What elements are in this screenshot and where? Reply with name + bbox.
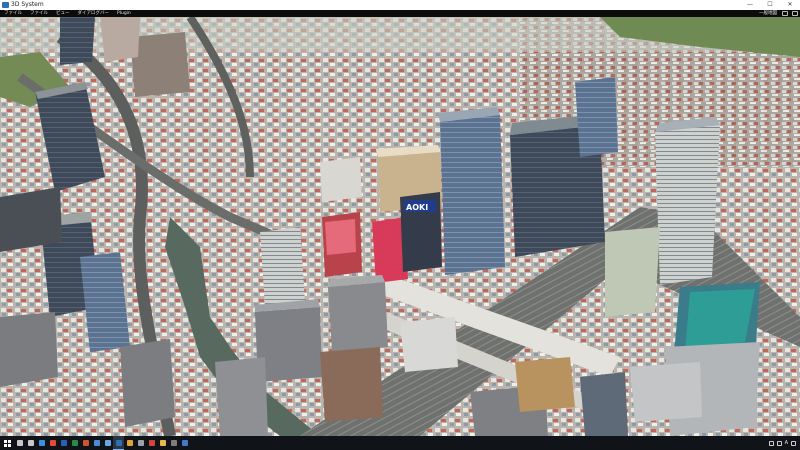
app-icon xyxy=(2,2,9,8)
system-tray: A xyxy=(768,436,800,450)
edge-icon xyxy=(38,440,45,446)
taskbar-app-edge-icon[interactable] xyxy=(36,436,47,450)
taskbar-app-paint-icon[interactable] xyxy=(124,436,135,450)
title-bar: 3D System — ☐ ✕ xyxy=(0,0,800,10)
taskbar-app-powerpoint-icon[interactable] xyxy=(80,436,91,450)
excel-icon xyxy=(71,440,78,446)
minimize-button[interactable]: — xyxy=(740,0,760,10)
menu-bar: ファイル ファイル ビュー ダイアログバー Plugin 一般地図 xyxy=(0,10,800,17)
maximize-button[interactable]: ☐ xyxy=(760,0,780,10)
taskbar-app-settings-icon[interactable] xyxy=(135,436,146,450)
taskbar-app-chrome-icon[interactable] xyxy=(146,436,157,450)
settings-icon xyxy=(137,440,144,446)
paint-icon xyxy=(126,440,133,446)
menu-item-file-2[interactable]: ファイル xyxy=(26,10,52,17)
3d-system-icon xyxy=(115,439,122,446)
calc-icon xyxy=(104,440,111,446)
menu-item-file[interactable]: ファイル xyxy=(0,10,26,17)
taskbar-app-terminal-icon[interactable] xyxy=(168,436,179,450)
store-icon xyxy=(181,440,188,446)
taskbar-app-calc-icon[interactable] xyxy=(102,436,113,450)
menu-right-group: 一般地図 xyxy=(756,10,800,17)
taskbar-app-folder-icon[interactable] xyxy=(157,436,168,450)
start-button[interactable] xyxy=(0,436,14,450)
taskbar: A xyxy=(0,436,800,450)
camera-icon[interactable] xyxy=(792,11,798,16)
taskbar-app-search-icon[interactable] xyxy=(14,436,25,450)
taskbar-app-task-view-icon[interactable] xyxy=(25,436,36,450)
mail-icon xyxy=(93,440,100,446)
ime-indicator[interactable]: A xyxy=(785,436,788,450)
menu-item-dialog-bar[interactable]: ダイアログバー xyxy=(74,10,114,17)
billboard-aoki: AOKI xyxy=(406,203,428,212)
terminal-icon xyxy=(170,440,177,446)
taskbar-apps xyxy=(14,436,190,450)
menu-item-plugin[interactable]: Plugin xyxy=(113,10,135,17)
powerpoint-icon xyxy=(82,440,89,446)
layer-icon[interactable] xyxy=(782,11,788,16)
taskbar-app-word-icon[interactable] xyxy=(58,436,69,450)
folder-icon xyxy=(159,440,166,446)
taskbar-app-mail-icon[interactable] xyxy=(91,436,102,450)
close-button[interactable]: ✕ xyxy=(780,0,800,10)
windows-logo-icon xyxy=(3,439,11,447)
notification-icon[interactable] xyxy=(791,440,796,446)
media-icon xyxy=(49,440,56,446)
word-icon xyxy=(60,440,67,446)
taskbar-app-store-icon[interactable] xyxy=(179,436,190,450)
3d-city-viewport[interactable]: AOKI xyxy=(0,17,800,436)
taskbar-app-excel-icon[interactable] xyxy=(69,436,80,450)
window-controls: — ☐ ✕ xyxy=(740,0,800,10)
network-icon[interactable] xyxy=(768,440,774,446)
taskbar-app-media-icon[interactable] xyxy=(47,436,58,450)
task-view-icon xyxy=(27,440,34,446)
chrome-icon xyxy=(148,440,155,446)
taskbar-app-3d-system-icon[interactable] xyxy=(113,436,124,450)
volume-icon[interactable] xyxy=(776,440,782,446)
window-title: 3D System xyxy=(11,1,44,8)
city-scene: AOKI xyxy=(0,17,800,436)
search-icon xyxy=(16,440,23,446)
menu-item-view[interactable]: ビュー xyxy=(52,10,74,17)
map-mode-label[interactable]: 一般地図 xyxy=(756,10,780,17)
